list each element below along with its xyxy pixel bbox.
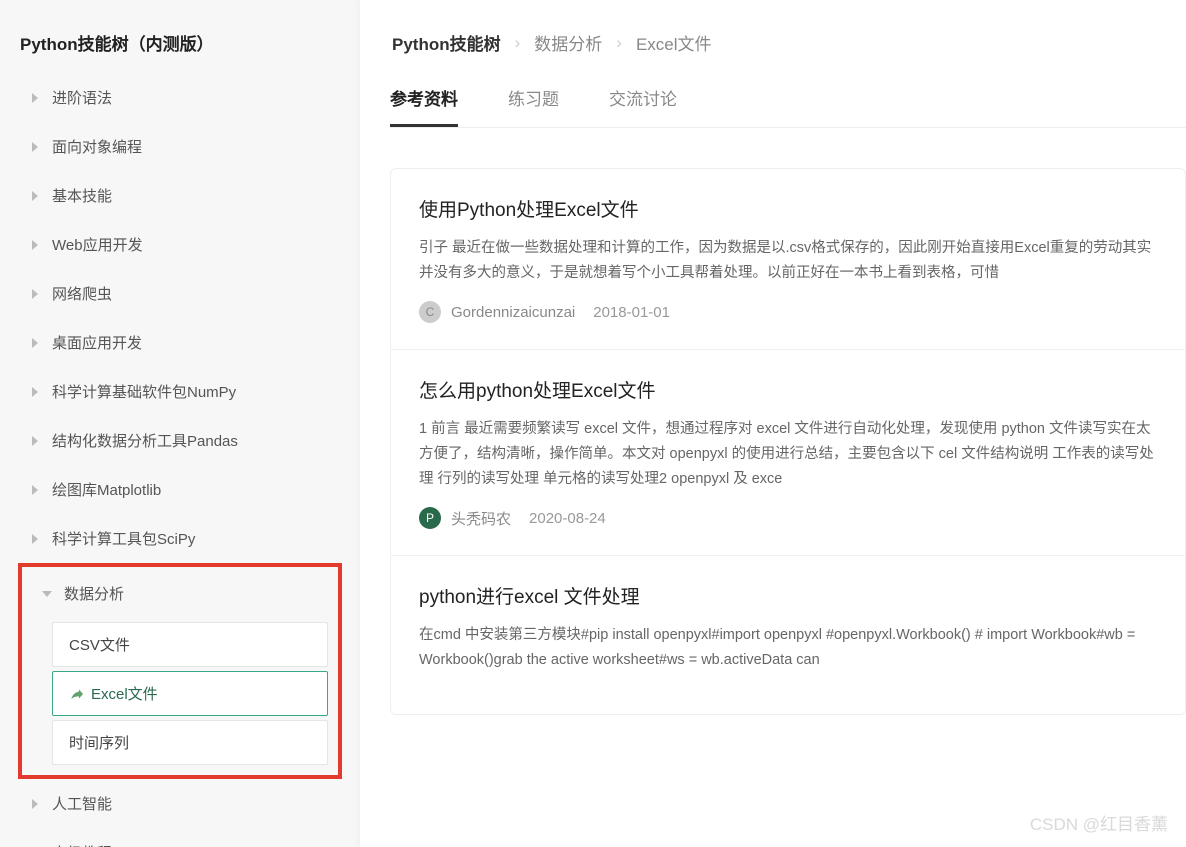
chevron-right-icon (32, 387, 38, 397)
sidebar-item-advanced-syntax[interactable]: 进阶语法 (10, 73, 350, 122)
sidebar-item-basic-skills[interactable]: 基本技能 (10, 171, 350, 220)
article-date: 2020-08-24 (529, 510, 606, 527)
article-author: 头秃码农 (451, 508, 511, 529)
article-desc: 1 前言 最近需要频繁读写 excel 文件，想通过程序对 excel 文件进行… (419, 417, 1157, 491)
avatar: P (419, 507, 441, 529)
sidebar: Python技能树（内测版） 进阶语法 面向对象编程 基本技能 Web应用开发 … (0, 0, 360, 847)
sidebar-item-label: 科学计算工具包SciPy (52, 528, 340, 549)
sidebar-subitem-timeseries[interactable]: 时间序列 (52, 720, 328, 765)
avatar: C (419, 301, 441, 323)
tab-exercises[interactable]: 练习题 (508, 85, 559, 127)
article-item[interactable]: 怎么用python处理Excel文件 1 前言 最近需要频繁读写 excel 文… (391, 350, 1185, 556)
sidebar-subitem-excel[interactable]: Excel文件 (52, 671, 328, 716)
sidebar-item-label: 结构化数据分析工具Pandas (52, 430, 340, 451)
chevron-right-icon (32, 799, 38, 809)
article-desc: 引子 最近在做一些数据处理和计算的工作，因为数据是以.csv格式保存的，因此刚开… (419, 236, 1157, 285)
article-item[interactable]: python进行excel 文件处理 在cmd 中安装第三方模块#pip ins… (391, 556, 1185, 714)
sidebar-subitem-csv[interactable]: CSV文件 (52, 622, 328, 667)
tabs: 参考资料 练习题 交流讨论 (390, 85, 1186, 128)
sidebar-item-label: 进阶语法 (52, 87, 340, 108)
chevron-right-icon (32, 240, 38, 250)
sidebar-item-web-dev[interactable]: Web应用开发 (10, 220, 350, 269)
chevron-right-icon (32, 485, 38, 495)
sidebar-item-desktop-dev[interactable]: 桌面应用开发 (10, 318, 350, 367)
article-meta: P 头秃码农 2020-08-24 (419, 507, 1157, 529)
sidebar-item-data-analysis[interactable]: 数据分析 (22, 569, 338, 618)
breadcrumb: Python技能树 › 数据分析 › Excel文件 (390, 30, 1186, 55)
chevron-right-icon (32, 142, 38, 152)
sidebar-item-label: 基本技能 (52, 185, 340, 206)
sidebar-item-pandas[interactable]: 结构化数据分析工具Pandas (10, 416, 350, 465)
chevron-right-icon (32, 191, 38, 201)
breadcrumb-item[interactable]: Excel文件 (634, 30, 714, 55)
highlight-annotation: 数据分析 CSV文件 Excel文件 时间序列 (18, 563, 342, 779)
breadcrumb-item[interactable]: 数据分析 (532, 30, 604, 55)
article-author: Gordennizaicunzai (451, 304, 575, 321)
breadcrumb-root[interactable]: Python技能树 (390, 30, 503, 55)
breadcrumb-separator: › (515, 33, 521, 53)
chevron-right-icon (32, 289, 38, 299)
sidebar-item-matplotlib[interactable]: 绘图库Matplotlib (10, 465, 350, 514)
chevron-right-icon (32, 93, 38, 103)
article-title: 怎么用python处理Excel文件 (419, 376, 1157, 403)
chevron-right-icon (32, 534, 38, 544)
sidebar-subitem-label: 时间序列 (69, 732, 129, 753)
chevron-right-icon (32, 436, 38, 446)
sidebar-item-label: 绘图库Matplotlib (52, 479, 340, 500)
sidebar-item-web-scraping[interactable]: 网络爬虫 (10, 269, 350, 318)
sidebar-item-label: 桌面应用开发 (52, 332, 340, 353)
sidebar-item-label: 科学计算基础软件包NumPy (52, 381, 340, 402)
main-panel: Python技能树 › 数据分析 › Excel文件 参考资料 练习题 交流讨论… (360, 0, 1186, 847)
tab-reference[interactable]: 参考资料 (390, 85, 458, 127)
sidebar-item-advanced-tutorial[interactable]: 高级教程 (10, 828, 350, 847)
sidebar-subitem-label: Excel文件 (91, 683, 158, 704)
sidebar-item-ai[interactable]: 人工智能 (10, 779, 350, 828)
watermark: CSDN @红目香薰 (1030, 810, 1168, 835)
sidebar-item-label: 数据分析 (64, 583, 328, 604)
tab-discussion[interactable]: 交流讨论 (609, 85, 677, 127)
breadcrumb-separator: › (616, 33, 622, 53)
sidebar-item-numpy[interactable]: 科学计算基础软件包NumPy (10, 367, 350, 416)
leaf-icon (69, 687, 83, 701)
article-title: 使用Python处理Excel文件 (419, 195, 1157, 222)
article-title: python进行excel 文件处理 (419, 582, 1157, 609)
sidebar-item-label: 面向对象编程 (52, 136, 340, 157)
sidebar-item-label: 网络爬虫 (52, 283, 340, 304)
sidebar-item-oop[interactable]: 面向对象编程 (10, 122, 350, 171)
article-list: 使用Python处理Excel文件 引子 最近在做一些数据处理和计算的工作，因为… (390, 168, 1186, 715)
sidebar-item-label: Web应用开发 (52, 234, 340, 255)
sidebar-subitem-label: CSV文件 (69, 634, 130, 655)
chevron-right-icon (32, 338, 38, 348)
article-item[interactable]: 使用Python处理Excel文件 引子 最近在做一些数据处理和计算的工作，因为… (391, 169, 1185, 350)
chevron-down-icon (42, 591, 52, 597)
sidebar-title: Python技能树（内测版） (10, 30, 350, 73)
sidebar-item-scipy[interactable]: 科学计算工具包SciPy (10, 514, 350, 563)
article-meta: C Gordennizaicunzai 2018-01-01 (419, 301, 1157, 323)
sidebar-item-label: 人工智能 (52, 793, 340, 814)
article-desc: 在cmd 中安装第三方模块#pip install openpyxl#impor… (419, 623, 1157, 672)
article-date: 2018-01-01 (593, 304, 670, 321)
sidebar-item-label: 高级教程 (52, 842, 340, 847)
